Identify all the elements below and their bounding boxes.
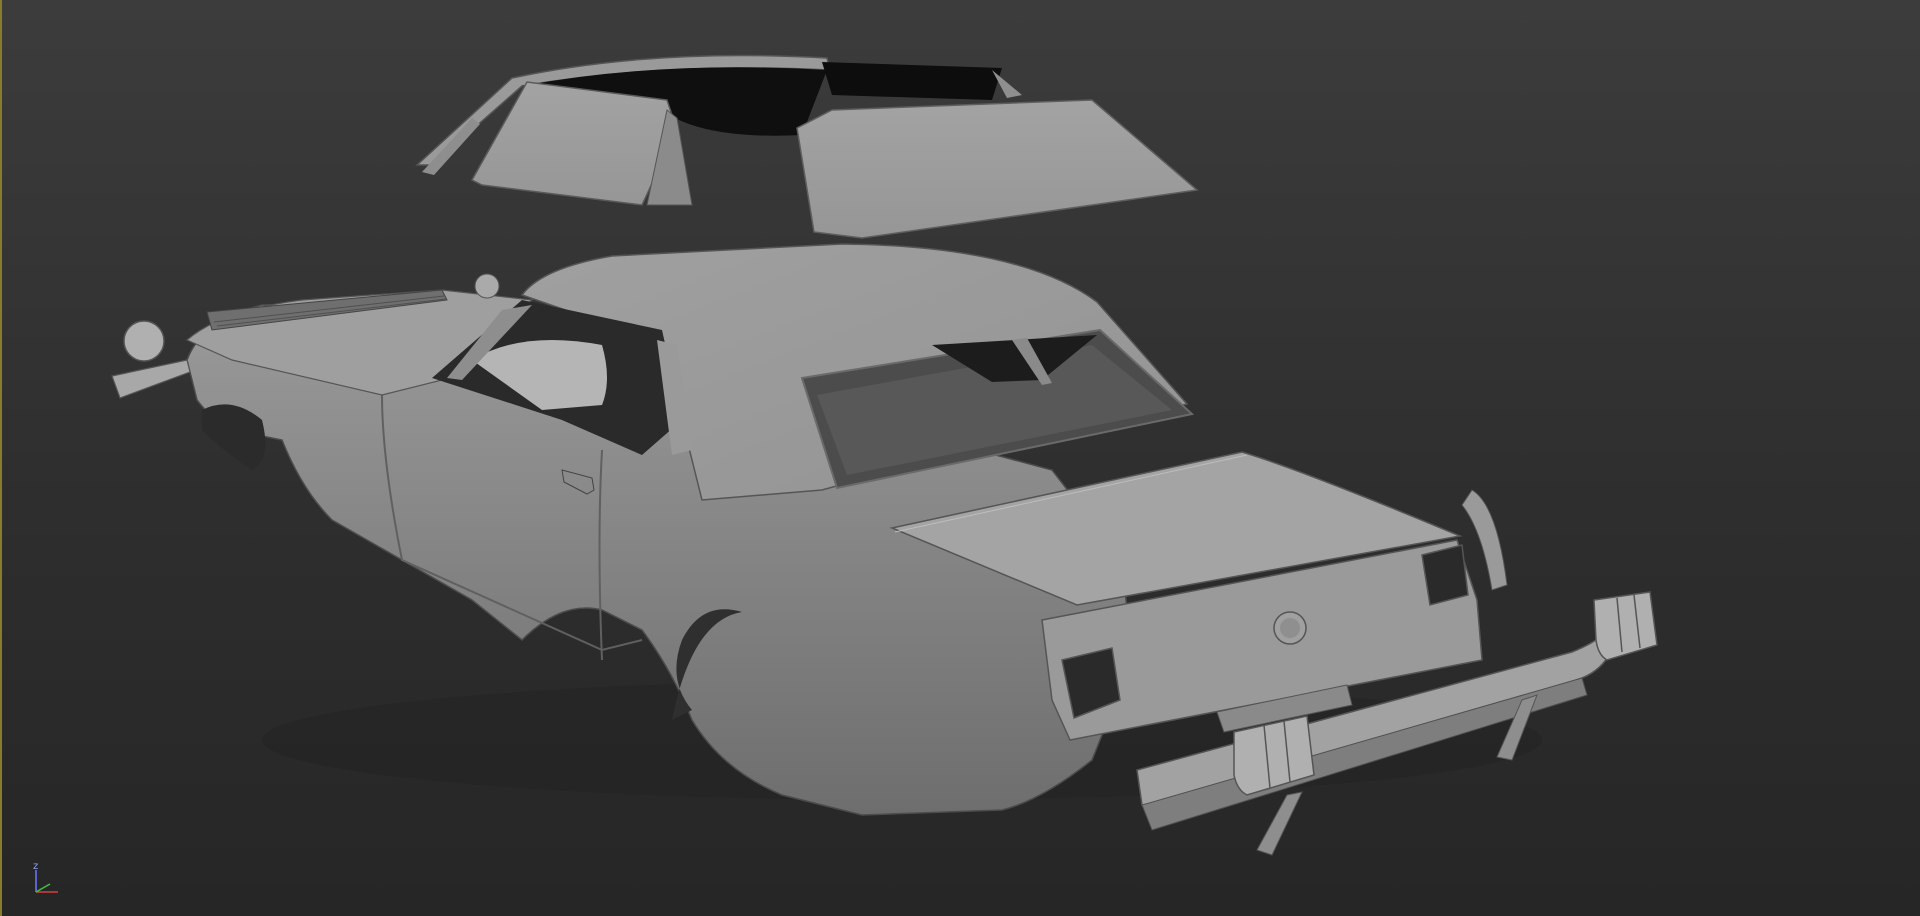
scene-canvas[interactable] — [2, 0, 1920, 916]
z-axis-label: z — [33, 862, 38, 872]
axis-gizmo[interactable]: z — [24, 862, 64, 902]
bumper-guard-right — [1593, 591, 1658, 661]
headlight — [123, 320, 165, 362]
y-axis-line — [35, 883, 51, 893]
side-window-glass[interactable] — [422, 81, 693, 206]
tail-light-right — [1421, 544, 1469, 606]
front-bumper — [111, 359, 191, 399]
3d-viewport[interactable]: z — [0, 0, 1920, 916]
rear-window-glass[interactable] — [796, 99, 1199, 239]
